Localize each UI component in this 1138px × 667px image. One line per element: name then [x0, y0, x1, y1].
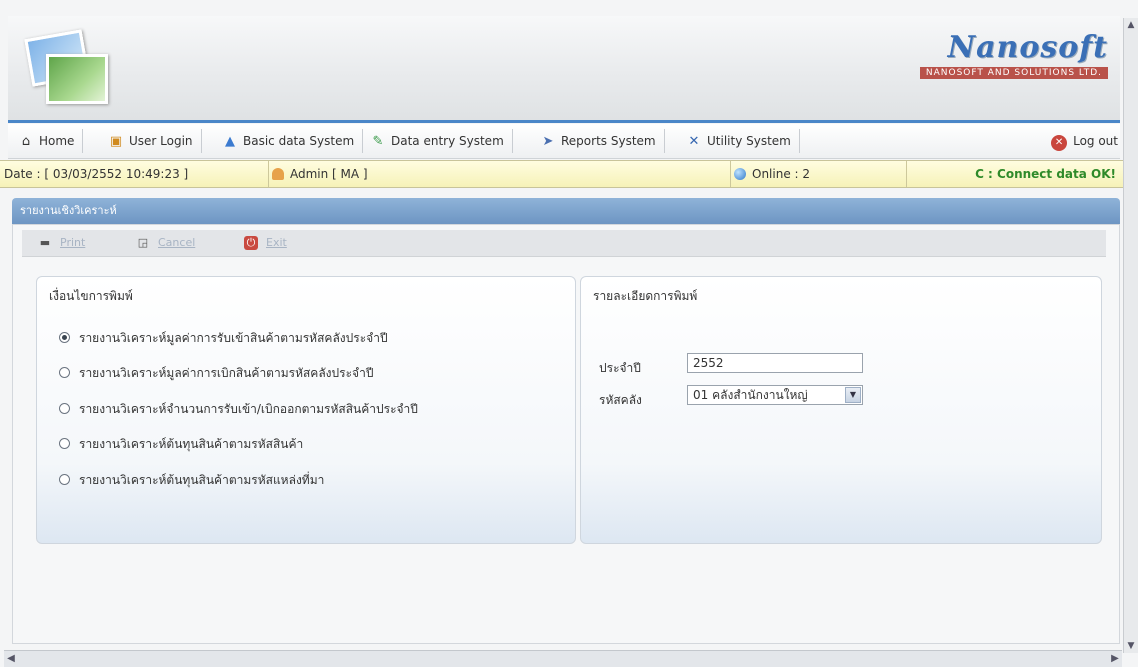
menu-reports[interactable]: ➤ Reports System: [534, 129, 665, 153]
brand-subtitle: NANOSOFT AND SOLUTIONS LTD.: [919, 67, 1108, 79]
scroll-right-icon[interactable]: ▶: [1108, 652, 1122, 666]
radio-button[interactable]: [59, 403, 70, 414]
menu-data-entry[interactable]: ✎ Data entry System: [364, 129, 513, 153]
scroll-up-icon[interactable]: ▲: [1124, 18, 1138, 32]
vertical-scrollbar[interactable]: ▲ ▼: [1123, 18, 1138, 653]
exit-icon: ⏻: [244, 236, 258, 250]
menu-basic-data-label: Basic data System: [243, 134, 355, 148]
menu-home-label: Home: [39, 134, 75, 148]
logout-button[interactable]: ✕ Log out: [1051, 129, 1118, 153]
logout-label: Log out: [1073, 134, 1118, 148]
print-label: Print: [60, 236, 86, 249]
admin-user-icon: [272, 168, 284, 180]
print-conditions-title: เงื่อนไขการพิมพ์: [49, 289, 133, 303]
radio-button[interactable]: [59, 474, 70, 485]
report-option-label: รายงานวิเคราะห์ต้นทุนสินค้าตามรหัสแหล่งท…: [79, 473, 325, 487]
print-details-group: รายละเอียดการพิมพ์ ประจำปี 2552 รหัสคลัง…: [580, 276, 1102, 544]
report-option-1[interactable]: รายงานวิเคราะห์มูลค่าการรับเข้าสินค้าตาม…: [59, 329, 388, 347]
online-icon: [734, 168, 746, 180]
menu-utility[interactable]: ✕ Utility System: [680, 129, 800, 153]
data-entry-icon: ✎: [372, 134, 384, 149]
year-input[interactable]: 2552: [687, 353, 863, 373]
main-menu: ⌂ Home ▣ User Login ▲ Basic data System ✎ Da…: [8, 124, 1120, 159]
radio-button[interactable]: [59, 332, 70, 343]
year-label: ประจำปี: [599, 361, 641, 375]
status-user-label: Admin [ MA ]: [290, 167, 368, 181]
menu-user-login-label: User Login: [129, 134, 193, 148]
status-connection: C : Connect data OK!: [975, 167, 1116, 181]
warehouse-select-value: 01 คลังสำนักงานใหญ่: [693, 388, 808, 402]
exit-label: Exit: [266, 236, 287, 249]
scroll-left-icon[interactable]: ◀: [4, 652, 18, 666]
scroll-down-icon[interactable]: ▼: [1124, 639, 1138, 653]
cancel-icon: ◲: [137, 236, 149, 249]
brand-logo: Nanosoft NANOSOFT AND SOLUTIONS LTD.: [919, 30, 1108, 79]
report-option-5[interactable]: รายงานวิเคราะห์ต้นทุนสินค้าตามรหัสแหล่งท…: [59, 471, 324, 489]
status-user: Admin [ MA ]: [268, 161, 731, 187]
radio-button[interactable]: [59, 438, 70, 449]
menu-user-login[interactable]: ▣ User Login: [102, 129, 202, 153]
menu-data-entry-label: Data entry System: [391, 134, 504, 148]
panel-title: รายงานเชิงวิเคราะห์: [12, 198, 1120, 224]
report-option-label: รายงานวิเคราะห์จำนวนการรับเข้า/เบิกออกตา…: [79, 402, 418, 416]
menu-utility-label: Utility System: [707, 134, 791, 148]
exit-button[interactable]: ⏻ Exit: [244, 234, 287, 252]
menu-basic-data[interactable]: ▲ Basic data System: [216, 129, 364, 153]
logout-icon: ✕: [1051, 135, 1068, 151]
app-window: Nanosoft NANOSOFT AND SOLUTIONS LTD. ⌂ Ho…: [0, 0, 1138, 667]
report-option-label: รายงานวิเคราะห์มูลค่าการรับเข้าสินค้าตาม…: [79, 331, 388, 345]
menu-home[interactable]: ⌂ Home: [12, 129, 84, 153]
status-bar: Date : [ 03/03/2552 10:49:23 ] Admin [ M…: [0, 160, 1124, 188]
status-online: Online : 2: [730, 161, 907, 187]
header-banner: Nanosoft NANOSOFT AND SOLUTIONS LTD.: [8, 16, 1120, 123]
report-option-label: รายงานวิเคราะห์มูลค่าการเบิกสินค้าตามรหั…: [79, 366, 374, 380]
printer-icon: ▬: [39, 236, 51, 249]
report-option-label: รายงานวิเคราะห์ต้นทุนสินค้าตามรหัสสินค้า: [79, 437, 304, 451]
menu-reports-label: Reports System: [561, 134, 656, 148]
horizontal-scrollbar[interactable]: ◀ ▶: [4, 650, 1122, 667]
chevron-down-icon[interactable]: ▼: [845, 387, 861, 403]
home-icon: ⌂: [21, 134, 31, 149]
status-online-label: Online : 2: [752, 167, 811, 181]
print-conditions-group: เงื่อนไขการพิมพ์ รายงานวิเคราะห์มูลค่ากา…: [36, 276, 576, 544]
cancel-label: Cancel: [158, 236, 196, 249]
user-login-icon: ▣: [109, 134, 123, 149]
report-option-2[interactable]: รายงานวิเคราะห์มูลค่าการเบิกสินค้าตามรหั…: [59, 364, 373, 382]
report-option-4[interactable]: รายงานวิเคราะห์ต้นทุนสินค้าตามรหัสสินค้า: [59, 435, 303, 453]
reports-icon: ➤: [542, 134, 554, 149]
report-toolbar: ▬ Print ◲ Cancel ⏻ Exit: [22, 230, 1106, 257]
cancel-button[interactable]: ◲ Cancel: [136, 234, 195, 252]
print-button[interactable]: ▬ Print: [38, 234, 86, 252]
status-date: Date : [ 03/03/2552 10:49:23 ]: [0, 161, 269, 187]
report-option-3[interactable]: รายงานวิเคราะห์จำนวนการรับเข้า/เบิกออกตา…: [59, 400, 418, 418]
print-details-title: รายละเอียดการพิมพ์: [593, 289, 698, 303]
app-logo-icon: [24, 29, 108, 106]
brand-name: Nanosoft: [947, 30, 1108, 65]
basic-data-icon: ▲: [225, 134, 235, 149]
warehouse-label: รหัสคลัง: [599, 393, 642, 407]
utility-icon: ✕: [688, 134, 700, 149]
radio-button[interactable]: [59, 367, 70, 378]
warehouse-select[interactable]: 01 คลังสำนักงานใหญ่ ▼: [687, 385, 863, 405]
